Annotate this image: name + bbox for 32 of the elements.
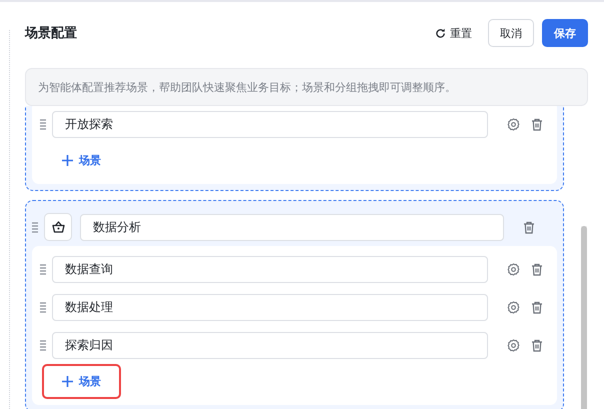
delete-icon[interactable]	[523, 220, 535, 234]
hint-text: 为智能体配置推荐场景，帮助团队快速聚焦业务目标；场景和分组拖拽即可调整顺序。	[25, 68, 588, 106]
drag-handle-icon[interactable]	[40, 302, 46, 312]
scene-name-field[interactable]: 数据查询	[52, 256, 488, 282]
cancel-button[interactable]: 取消	[488, 19, 534, 47]
scrollbar[interactable]	[581, 226, 587, 409]
reset-button[interactable]: 重置	[429, 26, 478, 40]
page-title: 场景配置	[25, 25, 78, 42]
add-scene-button[interactable]: 场景	[42, 364, 121, 399]
settings-icon[interactable]	[507, 300, 520, 314]
drag-handle-icon[interactable]	[40, 264, 46, 274]
delete-icon[interactable]	[531, 300, 543, 314]
delete-icon[interactable]	[531, 338, 543, 352]
drag-handle-icon[interactable]	[40, 340, 46, 350]
refresh-icon	[435, 28, 446, 38]
drag-handle-icon[interactable]	[40, 118, 46, 130]
drag-handle-icon[interactable]	[32, 222, 38, 232]
scene-name-field[interactable]: 开放探索	[52, 110, 488, 138]
save-button[interactable]: 保存	[542, 19, 588, 47]
plus-icon	[62, 155, 73, 166]
settings-icon[interactable]	[507, 118, 520, 130]
delete-icon[interactable]	[531, 118, 543, 130]
group-icon-button[interactable]	[44, 213, 72, 241]
delete-icon[interactable]	[531, 262, 543, 276]
settings-icon[interactable]	[507, 262, 520, 276]
settings-icon[interactable]	[507, 338, 520, 352]
scene-name-field[interactable]: 探索归因	[52, 332, 488, 358]
add-scene-button[interactable]: 场景	[42, 143, 121, 178]
scene-name-field[interactable]: 数据处理	[52, 294, 488, 320]
plus-icon	[62, 376, 73, 387]
basket-icon	[52, 221, 64, 233]
group-name-field[interactable]: 数据分析	[80, 214, 504, 240]
